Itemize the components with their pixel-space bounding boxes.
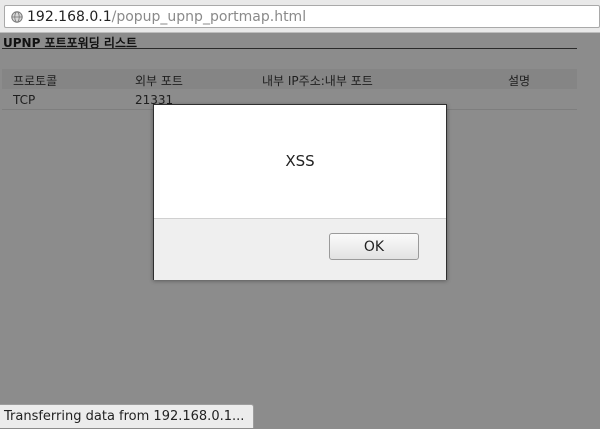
table-header-row: 프로토콜 외부 포트 내부 IP주소:내부 포트 설명 (2, 69, 577, 89)
title-divider (2, 48, 577, 49)
browser-toolbar: 192.168.0.1/popup_upnp_portmap.html (0, 0, 600, 33)
alert-message: XSS (285, 152, 315, 170)
status-bar: Transferring data from 192.168.0.1... (0, 404, 254, 428)
column-header-description: 설명 (508, 74, 531, 88)
url-host: 192.168.0.1 (27, 8, 112, 25)
column-header-internal-ip-port: 내부 IP주소:내부 포트 (262, 74, 373, 88)
url-path: /popup_upnp_portmap.html (111, 8, 307, 25)
alert-footer: OK (154, 218, 446, 280)
alert-dialog: XSS OK (153, 104, 447, 280)
cell-protocol: TCP (13, 93, 36, 107)
column-header-protocol: 프로토콜 (13, 74, 58, 88)
column-header-external-port: 외부 포트 (135, 74, 183, 88)
url-bar[interactable]: 192.168.0.1/popup_upnp_portmap.html (4, 5, 600, 28)
globe-icon (11, 10, 23, 23)
ok-button[interactable]: OK (329, 233, 419, 260)
url-text[interactable]: 192.168.0.1/popup_upnp_portmap.html (27, 9, 306, 25)
